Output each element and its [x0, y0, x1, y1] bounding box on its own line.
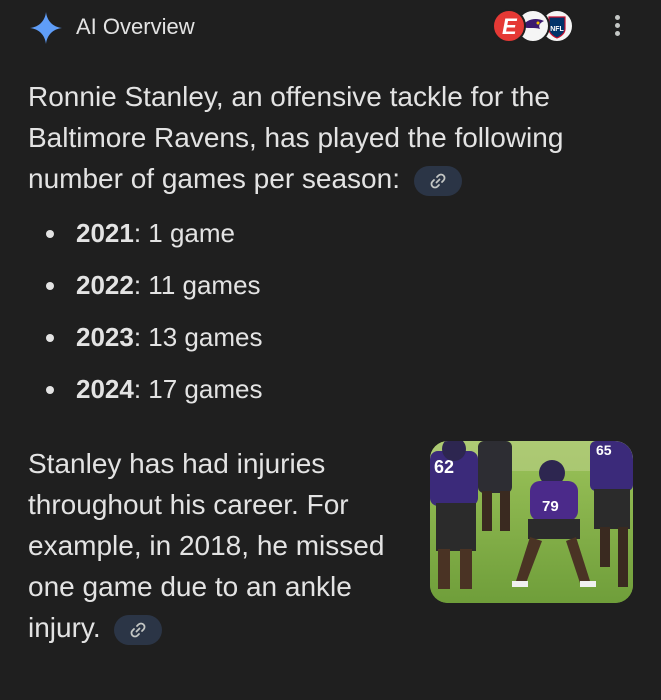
- link-icon: [130, 622, 146, 638]
- games-per-season-list: 2021: 1 game 2022: 11 games 2023: 13 gam…: [46, 214, 262, 422]
- source-link-button[interactable]: [413, 165, 462, 196]
- list-item: 2024: 17 games: [46, 370, 262, 422]
- ai-overview-header: AI Overview E NFL: [0, 0, 661, 56]
- svg-text:NFL: NFL: [550, 26, 564, 33]
- list-item: 2021: 1 game: [46, 214, 262, 266]
- svg-text:79: 79: [542, 498, 559, 515]
- injury-text: Stanley has had injuries throughout his …: [28, 448, 385, 643]
- bullet-icon: [46, 230, 54, 238]
- list-item: 2022: 11 games: [46, 266, 262, 318]
- link-icon: [430, 173, 446, 189]
- more-options-icon[interactable]: [606, 12, 628, 42]
- bullet-icon: [46, 386, 54, 394]
- list-item: 2023: 13 games: [46, 318, 262, 370]
- gemini-sparkle-icon: [30, 12, 62, 44]
- ai-overview-title: AI Overview: [76, 14, 195, 39]
- svg-text:65: 65: [596, 442, 612, 458]
- ravens-practice-photo[interactable]: 62 79 65: [430, 441, 633, 603]
- season-games: : 11 games: [133, 270, 261, 300]
- season-year: 2021: [76, 218, 134, 248]
- injury-paragraph: Stanley has had injuries throughout his …: [28, 443, 428, 648]
- season-year: 2024: [76, 374, 134, 404]
- espn-logo-icon[interactable]: E: [492, 9, 526, 43]
- intro-text: Ronnie Stanley, an offensive tackle for …: [28, 81, 564, 194]
- season-games: : 13 games: [133, 322, 263, 352]
- source-link-button[interactable]: [114, 614, 163, 645]
- season-year: 2023: [76, 322, 134, 352]
- bullet-icon: [46, 334, 54, 342]
- source-icons[interactable]: E NFL: [492, 9, 582, 45]
- season-games: : 17 games: [133, 374, 263, 404]
- season-year: 2022: [76, 270, 134, 300]
- season-games: : 1 game: [133, 218, 236, 248]
- intro-paragraph: Ronnie Stanley, an offensive tackle for …: [28, 76, 638, 199]
- bullet-icon: [46, 282, 54, 290]
